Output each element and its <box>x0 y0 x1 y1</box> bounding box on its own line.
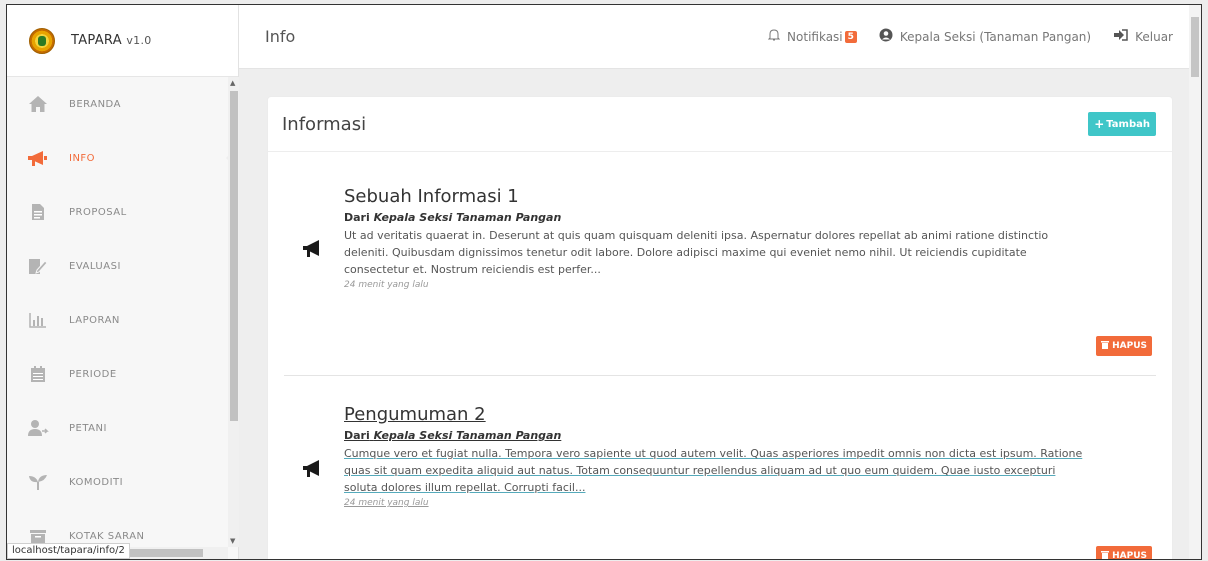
notification-badge: 5 <box>844 30 857 43</box>
sidebar-item-label: BERANDA <box>69 98 121 110</box>
sidebar-item-label: EVALUASI <box>69 260 121 272</box>
bell-icon <box>767 28 781 45</box>
megaphone-icon <box>303 240 319 257</box>
delete-button[interactable]: HAPUS <box>1096 336 1152 356</box>
info-card: Informasi + Tambah Sebuah Informasi 1 Da… <box>267 96 1173 560</box>
notification-label: Notifikasi <box>787 29 843 44</box>
bar-chart-icon <box>27 309 49 331</box>
add-button[interactable]: + Tambah <box>1088 112 1156 136</box>
info-author: Dari Kepala Seksi Tanaman Pangan <box>344 429 1084 442</box>
sidebar-item-label: KOTAK SARAN <box>69 530 145 542</box>
delete-button-label: HAPUS <box>1112 341 1147 351</box>
logout-button[interactable]: Keluar <box>1113 28 1173 45</box>
info-author-name: Kepala Seksi Tanaman Pangan <box>373 429 562 442</box>
info-author-prefix: Dari <box>344 211 370 224</box>
calendar-icon <box>27 363 49 385</box>
card-header: Informasi + Tambah <box>268 97 1172 152</box>
info-list-item[interactable]: Pengumuman 2 Dari Kepala Seksi Tanaman P… <box>284 376 1156 560</box>
sprout-icon <box>27 471 49 493</box>
plus-icon: + <box>1094 117 1105 131</box>
info-text: Cumque vero et fugiat nulla. Tempora ver… <box>344 447 1083 494</box>
delete-button-label: HAPUS <box>1112 551 1147 560</box>
sidebar-item-evaluasi[interactable]: EVALUASI <box>7 239 229 293</box>
card-title: Informasi <box>282 113 367 135</box>
users-icon <box>27 417 49 439</box>
info-timestamp: 24 menit yang lalu <box>344 498 429 508</box>
info-title[interactable]: Sebuah Informasi 1 <box>344 186 1084 207</box>
delete-button[interactable]: HAPUS <box>1096 546 1152 560</box>
info-author-name: Kepala Seksi Tanaman Pangan <box>373 211 562 224</box>
sidebar-item-label: INFO <box>69 152 96 164</box>
user-menu[interactable]: Kepala Seksi (Tanaman Pangan) <box>879 28 1091 46</box>
sidebar-item-beranda[interactable]: BERANDA <box>7 77 229 131</box>
brand-name: TAPARA <box>71 33 122 48</box>
sidebar-item-periode[interactable]: PERIODE <box>7 347 229 401</box>
scroll-up-icon[interactable]: ▲ <box>230 79 235 87</box>
megaphone-icon <box>303 460 319 477</box>
user-label: Kepala Seksi (Tanaman Pangan) <box>899 29 1092 44</box>
sidebar-item-label: KOMODITI <box>69 476 124 488</box>
top-header: Info Notifikasi 5 Kepala Seksi (Tanaman … <box>239 5 1201 69</box>
info-timestamp: 24 menit yang lalu <box>344 280 429 290</box>
info-body: Pengumuman 2 Dari Kepala Seksi Tanaman P… <box>344 404 1084 508</box>
home-icon <box>27 93 49 115</box>
trash-icon <box>1101 550 1110 559</box>
main-scrollbar[interactable] <box>1189 5 1201 559</box>
info-author: Dari Kepala Seksi Tanaman Pangan <box>344 211 1084 224</box>
info-list-item[interactable]: Sebuah Informasi 1 Dari Kepala Seksi Tan… <box>284 152 1156 376</box>
notification-button[interactable]: Notifikasi 5 <box>767 28 857 45</box>
browser-viewport: TAPARA v1.0 BERANDA INFO PROPOSAL EVALUA… <box>6 4 1202 560</box>
sidebar-item-label: PERIODE <box>69 368 117 380</box>
info-author-prefix: Dari <box>344 429 370 442</box>
info-text: Ut ad veritatis quaerat in. Deserunt at … <box>344 229 1049 276</box>
sidebar-item-label: PETANI <box>69 422 107 434</box>
edit-icon <box>27 255 49 277</box>
trash-icon <box>1101 340 1110 352</box>
document-icon <box>27 201 49 223</box>
sidebar-nav: BERANDA INFO PROPOSAL EVALUASI LAPORAN P… <box>7 77 239 559</box>
sidebar-item-petani[interactable]: PETANI <box>7 401 229 455</box>
sidebar-item-komoditi[interactable]: KOMODITI <box>7 455 229 509</box>
info-body: Sebuah Informasi 1 Dari Kepala Seksi Tan… <box>344 186 1084 290</box>
status-url: localhost/tapara/info/2 <box>7 543 130 559</box>
brand-title: TAPARA v1.0 <box>71 33 152 48</box>
brand-version: v1.0 <box>126 34 152 47</box>
sidebar-scrollbar[interactable]: ▲ ▼ <box>228 77 239 547</box>
sidebar-item-label: LAPORAN <box>69 314 120 326</box>
sidebar: TAPARA v1.0 BERANDA INFO PROPOSAL EVALUA… <box>7 5 239 559</box>
sidebar-item-proposal[interactable]: PROPOSAL <box>7 185 229 239</box>
user-circle-icon <box>879 28 893 46</box>
add-button-label: Tambah <box>1106 118 1150 130</box>
sidebar-scroll-thumb[interactable] <box>230 91 238 421</box>
sidebar-item-laporan[interactable]: LAPORAN <box>7 293 229 347</box>
scroll-down-icon[interactable]: ▼ <box>230 537 235 545</box>
logout-icon <box>1113 28 1128 45</box>
megaphone-icon <box>27 147 49 169</box>
brand[interactable]: TAPARA v1.0 <box>7 5 238 77</box>
info-title[interactable]: Pengumuman 2 <box>344 404 1084 425</box>
page-title: Info <box>265 27 296 46</box>
logo-icon <box>29 27 55 54</box>
main-scroll-thumb[interactable] <box>1191 17 1199 77</box>
sidebar-item-label: PROPOSAL <box>69 206 127 218</box>
sidebar-item-info[interactable]: INFO <box>7 131 239 185</box>
logout-label: Keluar <box>1135 29 1173 44</box>
